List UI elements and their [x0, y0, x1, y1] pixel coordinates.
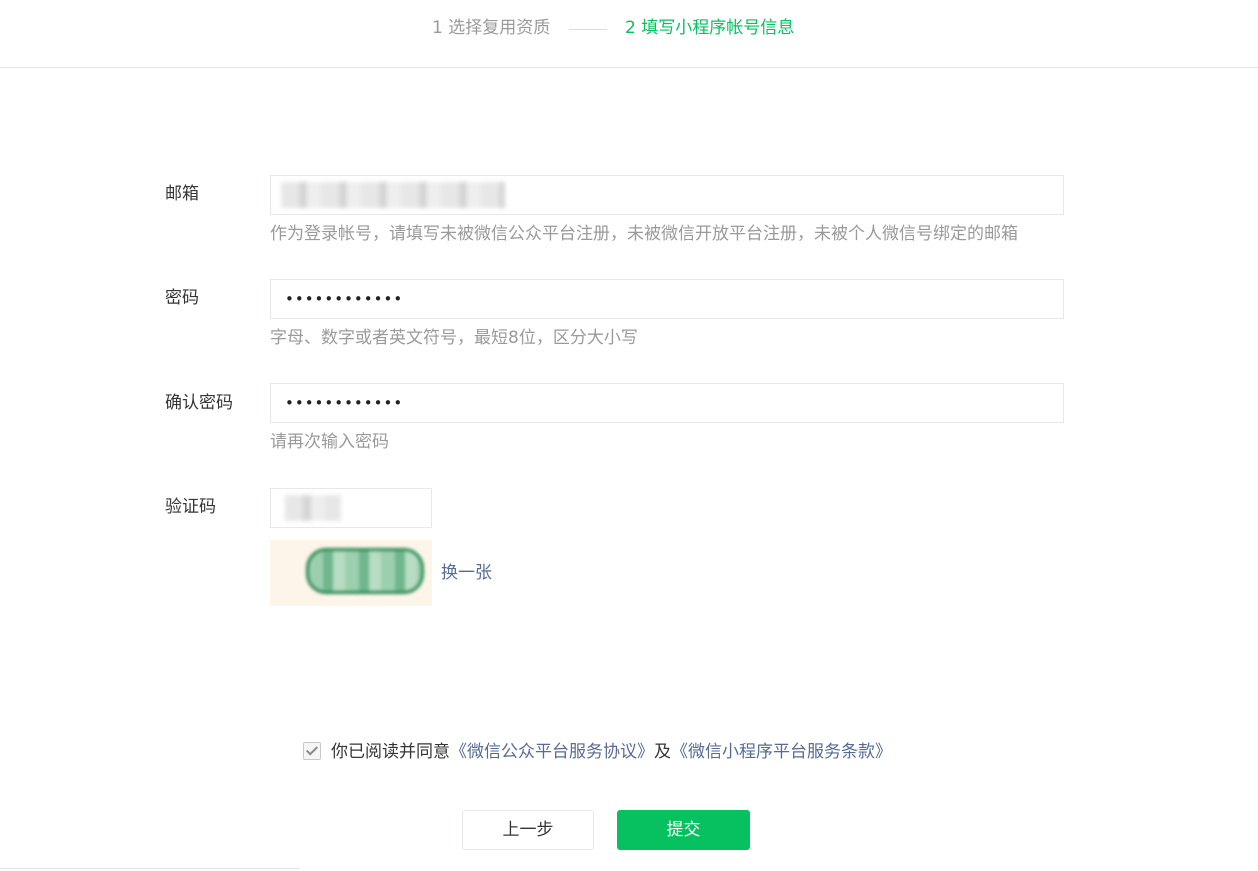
password-field[interactable]: ••••••••••••: [270, 279, 1064, 319]
refresh-captcha-link[interactable]: 换一张: [441, 561, 492, 585]
password-value: ••••••••••••: [285, 290, 404, 308]
agreement-and-text: 及: [654, 742, 671, 762]
step-indicator: 1 选择复用资质 2 填写小程序帐号信息: [0, 0, 1258, 68]
agreement-row: 你已阅读并同意《微信公众平台服务协议》及《微信小程序平台服务条款》: [303, 740, 892, 764]
email-field[interactable]: [270, 175, 1064, 215]
service-agreement-link[interactable]: 《微信公众平台服务协议》: [450, 742, 654, 762]
confirm-password-field[interactable]: ••••••••••••: [270, 383, 1064, 423]
redacted-captcha-value: [285, 495, 341, 521]
email-hint: 作为登录帐号，请填写未被微信公众平台注册，未被微信开放平台注册，未被个人微信号绑…: [270, 224, 1018, 244]
registration-page: 1 选择复用资质 2 填写小程序帐号信息 邮箱 作为登录帐号，请填写未被微信公众…: [0, 0, 1258, 871]
previous-step-button[interactable]: 上一步: [462, 810, 594, 850]
miniprogram-terms-link[interactable]: 《微信小程序平台服务条款》: [671, 742, 892, 762]
captcha-image[interactable]: [270, 540, 432, 606]
step-divider: [569, 29, 607, 30]
password-hint: 字母、数字或者英文符号，最短8位，区分大小写: [270, 328, 638, 348]
bottom-divider: [0, 868, 300, 869]
step-2-label-active: 2 填写小程序帐号信息: [625, 18, 795, 38]
confirm-password-value: ••••••••••••: [285, 394, 404, 412]
agreement-checkbox[interactable]: [303, 742, 321, 760]
captcha-input[interactable]: [270, 488, 432, 528]
step-1-label: 1 选择复用资质: [432, 18, 551, 38]
captcha-graphic: [306, 548, 424, 594]
password-label: 密码: [165, 288, 199, 308]
confirm-password-label: 确认密码: [165, 393, 233, 413]
submit-button[interactable]: 提交: [617, 810, 750, 850]
agreement-text: 你已阅读并同意: [331, 742, 450, 762]
redacted-email-value: [281, 182, 505, 208]
email-label: 邮箱: [165, 184, 199, 204]
captcha-label: 验证码: [165, 497, 216, 517]
confirm-password-hint: 请再次输入密码: [270, 432, 389, 452]
